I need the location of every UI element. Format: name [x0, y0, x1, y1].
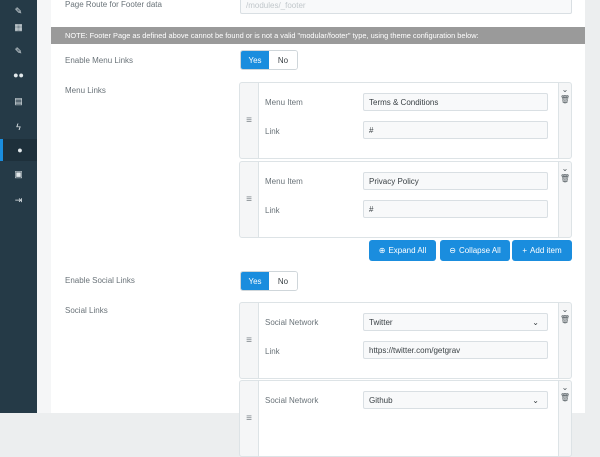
trash-icon[interactable]: 🗑	[560, 393, 570, 403]
briefcase-icon[interactable]: ▣	[0, 163, 37, 185]
menu-link-fields: Menu Item Privacy Policy Link #	[258, 162, 559, 237]
social-link-input[interactable]: https://twitter.com/getgrav	[363, 341, 548, 359]
chevron-down-icon: ⌄	[532, 318, 539, 327]
item-controls: ⌄ 🗑	[559, 85, 571, 105]
item-controls: ⌄ 🗑	[559, 383, 571, 403]
menu-link-label: Link	[265, 206, 280, 215]
social-link-item: ≡ Social Network Github ⌄ ⌄ 🗑	[239, 380, 572, 457]
menu-item-input[interactable]: Privacy Policy	[363, 172, 548, 190]
social-link-fields: Social Network Github ⌄	[258, 381, 559, 456]
chevron-down-icon[interactable]: ⌄	[562, 85, 569, 95]
enable-social-links-yes[interactable]: Yes	[241, 272, 269, 290]
chevron-down-icon: ⌄	[532, 396, 539, 405]
enable-menu-links-label: Enable Menu Links	[65, 56, 134, 65]
enable-menu-links-yes[interactable]: Yes	[241, 51, 269, 69]
enable-social-links-no[interactable]: No	[269, 272, 297, 290]
item-controls: ⌄ 🗑	[559, 305, 571, 325]
collapse-all-button[interactable]: ⊖ Collapse All	[440, 240, 510, 261]
social-link-item: ≡ Social Network Twitter ⌄ Link https://…	[239, 302, 572, 379]
social-link-label: Link	[265, 347, 280, 356]
menu-link-label: Link	[265, 127, 280, 136]
add-item-button[interactable]: + Add item	[512, 240, 572, 261]
wrench-icon[interactable]: ✎	[0, 40, 37, 62]
menu-item-label: Menu Item	[265, 98, 303, 107]
trash-icon[interactable]: 🗑	[560, 174, 570, 184]
social-link-fields: Social Network Twitter ⌄ Link https://tw…	[258, 303, 559, 378]
social-network-label: Social Network	[265, 318, 319, 327]
add-item-label: Add item	[530, 246, 562, 255]
plug-icon[interactable]: ϟ	[0, 116, 37, 138]
chevron-down-icon[interactable]: ⌄	[562, 305, 569, 315]
menu-link-item: ≡ Menu Item Privacy Policy Link # ⌄ 🗑	[239, 161, 572, 238]
page-edge	[585, 0, 600, 413]
trash-icon[interactable]: 🗑	[560, 95, 570, 105]
menu-link-input[interactable]: #	[363, 200, 548, 218]
page-route-input[interactable]: /modules/_footer	[240, 0, 572, 14]
collapse-all-label: Collapse All	[458, 246, 501, 255]
collapse-icon: ⊖	[449, 246, 456, 255]
enable-social-links-toggle: Yes No	[240, 271, 298, 291]
chevron-down-icon[interactable]: ⌄	[562, 164, 569, 174]
theme-config-form: Page Route for Footer data /modules/_foo…	[51, 0, 585, 457]
drag-handle-icon[interactable]: ≡	[240, 381, 258, 456]
grid-icon[interactable]: ▦	[0, 16, 37, 38]
expand-all-label: Expand All	[388, 246, 427, 255]
plus-icon: +	[522, 246, 528, 255]
menu-link-fields: Menu Item Terms & Conditions Link #	[258, 83, 559, 158]
social-network-value: Github	[369, 395, 393, 405]
menu-item-input[interactable]: Terms & Conditions	[363, 93, 548, 111]
menu-links-label: Menu Links	[65, 86, 106, 95]
social-network-select[interactable]: Github ⌄	[363, 391, 548, 409]
social-network-select[interactable]: Twitter ⌄	[363, 313, 548, 331]
users-icon[interactable]: ●●	[0, 64, 37, 86]
drag-handle-icon[interactable]: ≡	[240, 83, 258, 158]
expand-all-button[interactable]: ⊕ Expand All	[369, 240, 436, 261]
sign-out-icon[interactable]: ⇥	[0, 189, 37, 211]
drag-handle-icon[interactable]: ≡	[240, 162, 258, 237]
drag-handle-icon[interactable]: ≡	[240, 303, 258, 378]
chevron-down-icon[interactable]: ⌄	[562, 383, 569, 393]
drop-icon[interactable]: ●	[0, 139, 37, 161]
menu-link-item: ≡ Menu Item Terms & Conditions Link # ⌄ …	[239, 82, 572, 159]
expand-icon: ⊕	[378, 246, 386, 255]
enable-menu-links-no[interactable]: No	[269, 51, 297, 69]
sidebar-gutter	[37, 0, 51, 413]
page-route-label: Page Route for Footer data	[65, 0, 162, 9]
trash-icon[interactable]: 🗑	[560, 315, 570, 325]
social-network-label: Social Network	[265, 396, 319, 405]
social-network-value: Twitter	[369, 317, 393, 327]
enable-menu-links-toggle: Yes No	[240, 50, 298, 70]
footer-note-banner: NOTE: Footer Page as defined above canno…	[51, 27, 585, 44]
item-controls: ⌄ 🗑	[559, 164, 571, 184]
file-icon[interactable]: ▤	[0, 90, 37, 112]
menu-item-label: Menu Item	[265, 177, 303, 186]
social-links-label: Social Links	[65, 306, 108, 315]
enable-social-links-label: Enable Social Links	[65, 276, 135, 285]
menu-link-input[interactable]: #	[363, 121, 548, 139]
admin-sidebar: ✎ ▦ ✎ ●● ▤ ϟ ● ▣ ⇥	[0, 0, 37, 413]
